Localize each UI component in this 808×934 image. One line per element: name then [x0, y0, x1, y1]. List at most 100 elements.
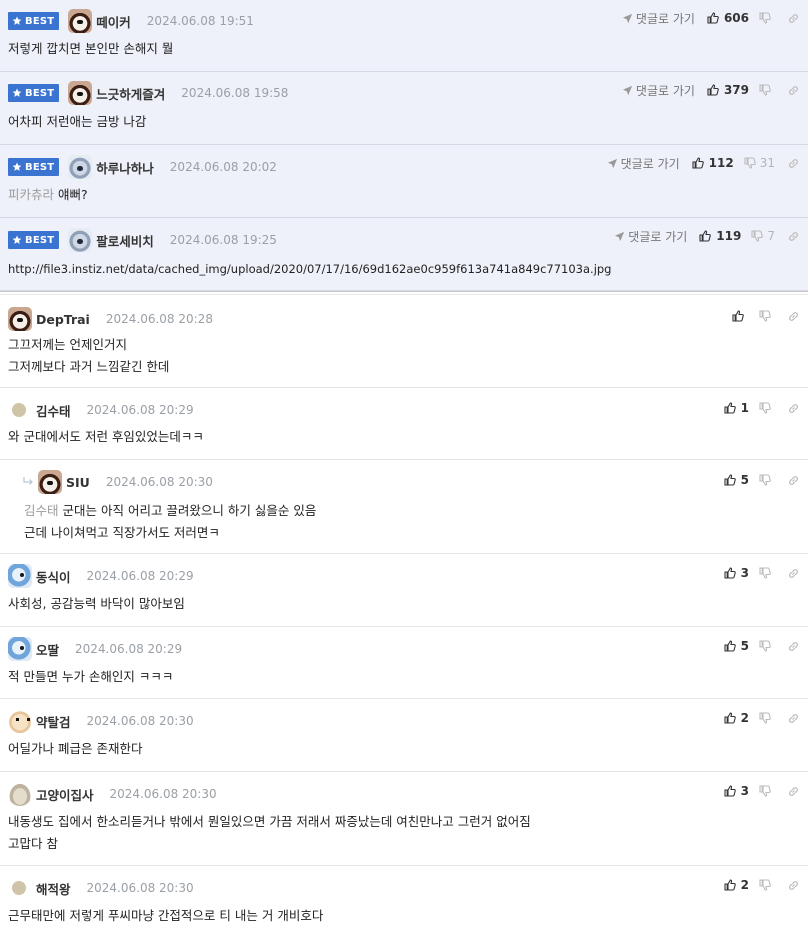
like-button[interactable]: 112: [692, 156, 734, 170]
dislike-button[interactable]: [759, 640, 775, 652]
star-icon: [12, 88, 22, 97]
dislike-button[interactable]: [759, 712, 775, 724]
comment-date: 2024.06.08 20:28: [105, 312, 213, 326]
link-icon[interactable]: [787, 640, 800, 653]
like-button[interactable]: 1: [724, 401, 749, 415]
user-avatar[interactable]: [68, 81, 93, 105]
thumbs-down-icon: [759, 879, 771, 891]
go-to-reply-link[interactable]: 댓글로 가기: [607, 155, 680, 172]
link-icon[interactable]: [787, 84, 800, 97]
comment-item: 김수태 2024.06.08 20:29 1 와 군대에서도 저런 후임있었는데…: [0, 388, 808, 460]
quoted-user[interactable]: 피카츄라: [8, 187, 54, 202]
dislike-button[interactable]: [759, 12, 775, 24]
thumbs-down-icon: [759, 567, 771, 579]
dislike-button[interactable]: [759, 785, 775, 797]
like-button[interactable]: 379: [707, 83, 749, 97]
dislike-button[interactable]: 7: [751, 229, 775, 243]
user-avatar[interactable]: [68, 228, 93, 252]
like-button[interactable]: 3: [724, 566, 749, 580]
thumbs-up-icon: [724, 712, 736, 724]
dislike-button[interactable]: [759, 84, 775, 96]
user-avatar[interactable]: [68, 155, 93, 179]
nickname[interactable]: DepTrai: [36, 312, 90, 327]
link-icon[interactable]: [787, 310, 800, 323]
like-button[interactable]: 606: [707, 11, 749, 25]
thumbs-down-icon: [759, 785, 771, 797]
comment-item: 동식이 2024.06.08 20:29 3 사회성, 공감능력 바닥이 많아보…: [0, 554, 808, 627]
link-icon[interactable]: [787, 12, 800, 25]
nickname[interactable]: 느긋하게즐겨: [96, 84, 165, 103]
go-to-reply-link[interactable]: 댓글로 가기: [622, 82, 695, 99]
go-to-reply-link[interactable]: 댓글로 가기: [622, 10, 695, 27]
nickname[interactable]: 떼이커: [96, 12, 131, 31]
quoted-user[interactable]: 김수태: [24, 503, 59, 518]
nickname[interactable]: SIU: [66, 475, 90, 490]
comment-date: 2024.06.08 20:29: [75, 642, 183, 656]
link-icon[interactable]: [787, 567, 800, 580]
comment-date: 2024.06.08 20:30: [105, 475, 213, 489]
link-icon[interactable]: [787, 157, 800, 170]
like-button[interactable]: 119: [699, 229, 741, 243]
best-badge: BEST: [8, 158, 60, 176]
comment-text: 어딜가나 폐급은 존재한다: [8, 741, 143, 756]
thumbs-up-icon: [732, 310, 744, 322]
link-icon[interactable]: [787, 474, 800, 487]
nickname[interactable]: 약탈검: [36, 712, 71, 731]
thumbs-down-icon: [759, 640, 771, 652]
link-icon[interactable]: [787, 230, 800, 243]
dislike-button[interactable]: 31: [744, 156, 775, 170]
comment-item: 고양이집사 2024.06.08 20:30 3 내동생도 집에서 한소리듣거나…: [0, 772, 808, 866]
like-count: 2: [740, 711, 749, 725]
nickname[interactable]: 오딸: [36, 640, 59, 659]
comment-item: 오딸 2024.06.08 20:29 5 적 만들면 누가 손해인지 ㅋㅋㅋ: [0, 627, 808, 699]
user-avatar[interactable]: [8, 637, 32, 661]
like-button[interactable]: 2: [724, 711, 749, 725]
comment-date: 2024.06.08 20:29: [86, 403, 194, 417]
user-avatar[interactable]: [68, 9, 93, 33]
go-to-reply-link[interactable]: 댓글로 가기: [614, 228, 687, 245]
link-icon[interactable]: [787, 785, 800, 798]
thumbs-up-icon: [692, 157, 704, 169]
like-count: 1: [740, 401, 749, 415]
best-badge: BEST: [8, 231, 60, 249]
nickname[interactable]: 팔로세비치: [96, 231, 154, 250]
user-avatar[interactable]: [12, 403, 26, 417]
thumbs-down-icon: [744, 157, 756, 169]
user-avatar[interactable]: [8, 709, 32, 733]
dislike-button[interactable]: [759, 567, 775, 579]
like-button[interactable]: 5: [724, 473, 749, 487]
thumbs-up-icon: [724, 785, 736, 797]
comment-text: 근무태만에 저렇게 푸씨마냥 간접적으로 티 내는 거 개비호다: [8, 908, 324, 923]
comment-text: 사회성, 공감능력 바닥이 많아보임: [8, 596, 185, 611]
nickname[interactable]: 해적왕: [36, 879, 71, 898]
thumbs-down-icon: [759, 712, 771, 724]
user-avatar[interactable]: [8, 564, 32, 588]
like-count: 606: [723, 11, 749, 25]
nickname[interactable]: 하루나하나: [96, 158, 154, 177]
comment-text: 피카츄라 얘뻐?: [8, 187, 88, 202]
dislike-button[interactable]: [759, 474, 775, 486]
comment-date: 2024.06.08 20:30: [86, 881, 194, 895]
user-avatar[interactable]: [38, 470, 62, 494]
link-icon[interactable]: [787, 712, 800, 725]
user-avatar[interactable]: [8, 307, 32, 331]
comment-section: BEST 떼이커 2024.06.08 19:51 댓글로 가기 606 저렇게…: [0, 0, 808, 934]
thumbs-down-icon: [759, 12, 771, 24]
nickname[interactable]: 김수태: [36, 401, 71, 420]
dislike-button[interactable]: [759, 402, 775, 414]
user-avatar[interactable]: [8, 782, 32, 806]
like-button[interactable]: 5: [724, 639, 749, 653]
nickname[interactable]: 고양이집사: [36, 785, 94, 804]
like-button[interactable]: 3: [724, 784, 749, 798]
thumbs-up-icon: [707, 12, 719, 24]
nickname[interactable]: 동식이: [36, 567, 71, 586]
like-button[interactable]: 2: [724, 878, 749, 892]
comment-text[interactable]: http://file3.instiz.net/data/cached_img/…: [8, 258, 612, 280]
dislike-button[interactable]: [759, 310, 775, 322]
dislike-button[interactable]: [759, 879, 775, 891]
like-button[interactable]: [732, 310, 749, 322]
link-icon[interactable]: [787, 402, 800, 415]
link-icon[interactable]: [787, 879, 800, 892]
user-avatar[interactable]: [12, 881, 26, 895]
comment-date: 2024.06.08 20:29: [86, 569, 194, 583]
